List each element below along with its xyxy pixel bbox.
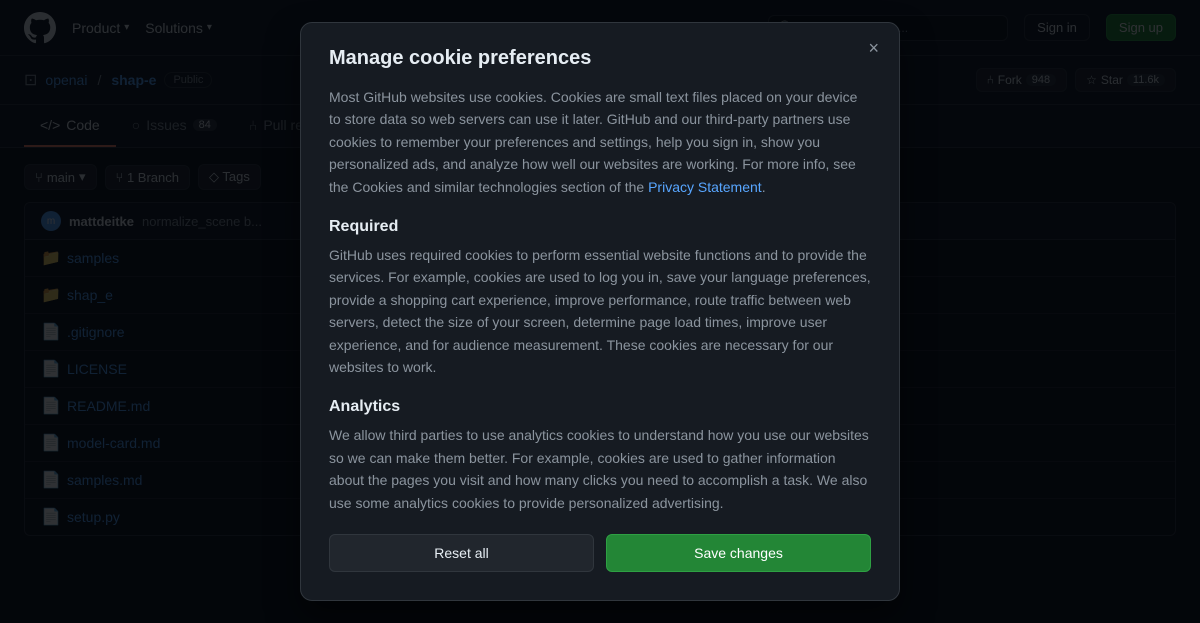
analytics-section-title: Analytics [329, 398, 871, 416]
reset-all-button[interactable]: Reset all [329, 534, 594, 572]
required-section-body: GitHub uses required cookies to perform … [329, 244, 871, 378]
modal-footer: Reset all Save changes [329, 534, 871, 572]
modal-intro: Most GitHub websites use cookies. Cookie… [329, 86, 871, 198]
modal-overlay: × Manage cookie preferences Most GitHub … [0, 0, 1200, 623]
required-section-title: Required [329, 218, 871, 236]
privacy-statement-link[interactable]: Privacy Statement [648, 179, 762, 195]
save-changes-button[interactable]: Save changes [606, 534, 871, 572]
analytics-section-body: We allow third parties to use analytics … [329, 424, 871, 514]
modal-close-button[interactable]: × [868, 39, 879, 57]
modal-title: Manage cookie preferences [329, 47, 871, 70]
cookie-modal: × Manage cookie preferences Most GitHub … [300, 22, 900, 601]
